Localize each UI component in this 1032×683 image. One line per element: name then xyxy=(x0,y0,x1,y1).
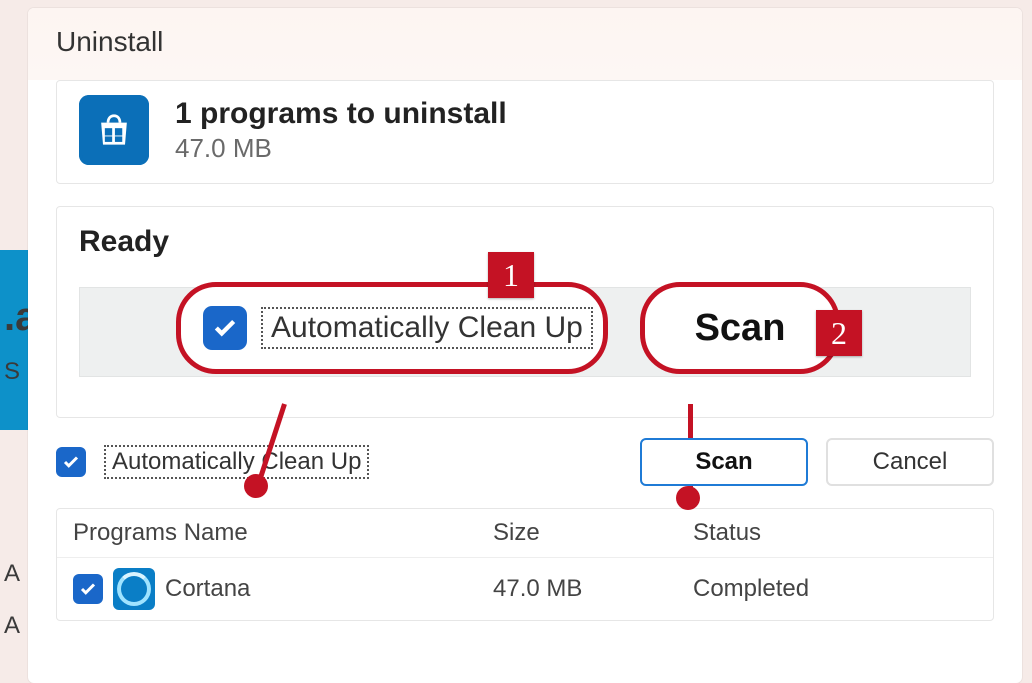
callout-scan: Scan xyxy=(640,282,840,374)
row-size: 47.0 MB xyxy=(493,575,693,603)
uninstall-dialog: Uninstall 1 programs to uninstall 47.0 M… xyxy=(28,8,1022,683)
auto-clean-checkbox-big[interactable] xyxy=(203,306,247,350)
cortana-icon xyxy=(113,568,155,610)
bg-letter: S xyxy=(4,358,20,386)
cancel-button[interactable]: Cancel xyxy=(826,438,994,486)
bg-letter: A xyxy=(4,612,20,640)
row-status: Completed xyxy=(693,575,977,603)
background-stripe xyxy=(0,250,30,430)
programs-table: Programs Name Size Status Cortana 47.0 M… xyxy=(56,508,994,621)
callout-auto-clean: Automatically Clean Up xyxy=(176,282,608,374)
summary-size: 47.0 MB xyxy=(175,133,507,164)
status-panel: Ready Automatically Clean Up 1 Scan 2 xyxy=(56,206,994,418)
scan-label-big: Scan xyxy=(695,307,786,350)
annotation-badge-2: 2 xyxy=(816,310,862,356)
auto-clean-checkbox[interactable] xyxy=(56,447,86,477)
controls-row: Automatically Clean Up Scan Cancel xyxy=(56,438,994,486)
col-header-name[interactable]: Programs Name xyxy=(73,519,493,547)
auto-clean-label: Automatically Clean Up xyxy=(104,445,369,479)
row-program-name: Cortana xyxy=(165,575,250,603)
annotation-dot-2 xyxy=(676,486,700,510)
dialog-title: Uninstall xyxy=(28,8,1022,80)
summary-panel: 1 programs to uninstall 47.0 MB xyxy=(56,80,994,184)
scan-button-label: Scan xyxy=(695,448,752,476)
row-checkbox[interactable] xyxy=(73,574,103,604)
annotation-badge-1: 1 xyxy=(488,252,534,298)
auto-clean-label-big: Automatically Clean Up xyxy=(261,307,593,349)
col-header-status[interactable]: Status xyxy=(693,519,977,547)
summary-headline: 1 programs to uninstall xyxy=(175,97,507,131)
bg-letter: A xyxy=(4,560,20,588)
action-bar: Automatically Clean Up 1 Scan 2 xyxy=(79,287,971,377)
scan-button[interactable]: Scan xyxy=(640,438,808,486)
table-header: Programs Name Size Status xyxy=(57,509,993,558)
table-row[interactable]: Cortana 47.0 MB Completed xyxy=(57,558,993,620)
col-header-size[interactable]: Size xyxy=(493,519,693,547)
store-icon xyxy=(79,95,149,165)
annotation-dot-1 xyxy=(244,474,268,498)
cancel-button-label: Cancel xyxy=(873,448,948,476)
